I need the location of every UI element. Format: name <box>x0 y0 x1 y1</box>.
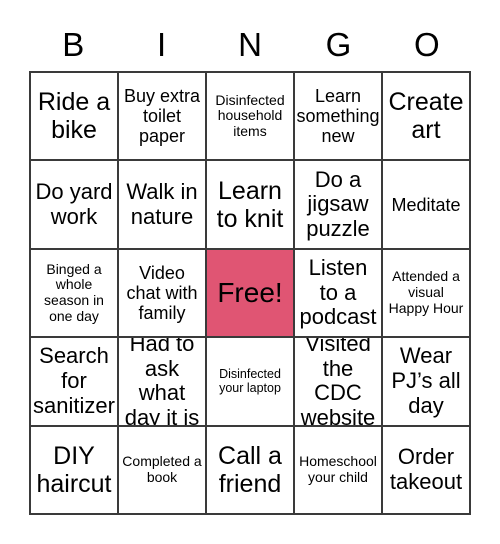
header-letter-i: I <box>157 26 167 63</box>
header-letter-g: G <box>325 26 352 63</box>
bingo-cell[interactable]: Visited the CDC website <box>295 338 383 427</box>
bingo-cell[interactable]: Learn to knit <box>207 161 295 250</box>
bingo-cell[interactable]: Buy extra toilet paper <box>119 73 207 162</box>
bingo-cell[interactable]: Listen to a podcast <box>295 249 383 339</box>
bingo-cell[interactable]: Attended a visual Happy Hour <box>383 249 471 339</box>
bingo-cell[interactable]: Search for sanitizer <box>31 338 119 427</box>
bingo-card: B I N G O Ride a bike Buy extra toilet pa… <box>0 0 500 544</box>
header-letter-b: B <box>62 26 85 63</box>
bingo-cell[interactable]: Disinfected household items <box>207 73 295 162</box>
bingo-cell[interactable]: Completed a book <box>119 426 207 515</box>
bingo-grid: Ride a bike Buy extra toilet paper Disinfe… <box>29 71 471 515</box>
header-letter-o: O <box>413 26 440 63</box>
bingo-cell[interactable]: Create art <box>383 73 471 162</box>
bingo-cell[interactable]: Wear PJ’s all day <box>383 338 471 427</box>
bingo-cell[interactable]: Learn something new <box>295 73 383 162</box>
bingo-cell[interactable]: Meditate <box>383 161 471 250</box>
bingo-cell[interactable]: Video chat with family <box>119 249 207 339</box>
bingo-cell[interactable]: Walk in nature <box>119 161 207 250</box>
bingo-cell[interactable]: Disinfected your laptop <box>207 338 295 427</box>
bingo-cell[interactable]: Do yard work <box>31 161 119 250</box>
header-letter-n: N <box>238 26 262 63</box>
bingo-cell[interactable]: Binged a whole season in one day <box>31 249 119 339</box>
bingo-cell[interactable]: Ride a bike <box>31 73 119 162</box>
bingo-cell[interactable]: Had to ask what day it is <box>119 338 207 427</box>
bingo-cell[interactable]: Do a jigsaw puzzle <box>295 161 383 250</box>
bingo-header: B I N G O <box>29 20 471 70</box>
bingo-free-space[interactable]: Free! <box>207 249 295 339</box>
bingo-cell[interactable]: Call a friend <box>207 426 295 515</box>
bingo-cell[interactable]: DIY haircut <box>31 426 119 515</box>
bingo-cell[interactable]: Homeschool your child <box>295 426 383 515</box>
bingo-cell[interactable]: Order takeout <box>383 426 471 515</box>
